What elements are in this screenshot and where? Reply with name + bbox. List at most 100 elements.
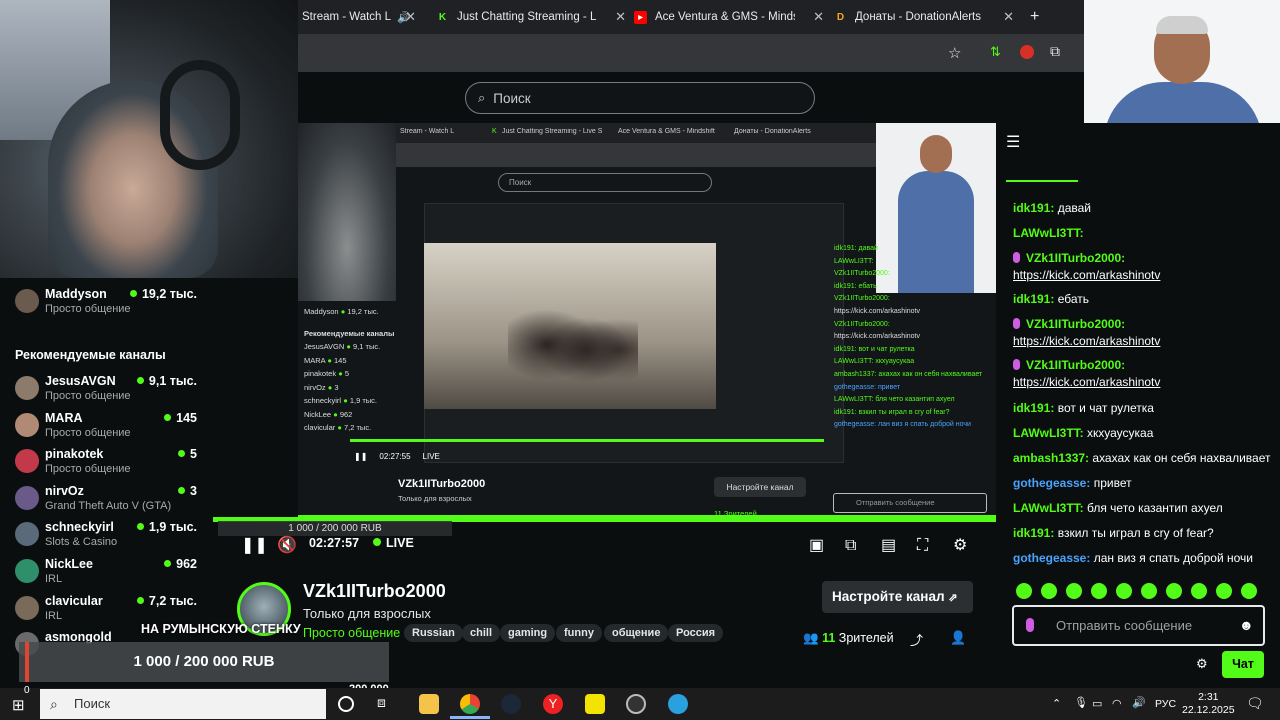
notifications-icon[interactable]: 🗨 <box>1246 695 1264 712</box>
volume-icon[interactable]: 🔊 <box>1132 696 1146 709</box>
emote-icon[interactable] <box>1166 583 1182 599</box>
app-icon[interactable] <box>585 694 605 714</box>
yandex-browser-icon[interactable]: Y <box>543 694 563 714</box>
miniplayer-icon[interactable]: ▤ <box>881 536 896 556</box>
microphone-tray-icon[interactable]: 🎙 <box>1074 696 1088 709</box>
clip-icon[interactable]: ⧉ <box>845 536 856 556</box>
tab-youtube[interactable]: ▶ Ace Ventura & GMS - Mindshift ✕ <box>634 0 824 34</box>
file-explorer-icon[interactable] <box>419 694 439 714</box>
emote-icon[interactable] <box>1091 583 1107 599</box>
share-icon[interactable]: ⤴ <box>910 630 923 649</box>
emote-icon[interactable] <box>1066 583 1082 599</box>
chat-send-button[interactable]: Чат <box>1222 651 1264 678</box>
channel-name[interactable]: VZk1IITurbo2000 <box>303 581 446 602</box>
nested-chat-line: LAWwLI3TT: <box>834 257 874 265</box>
tag-funny[interactable]: funny <box>556 624 602 642</box>
setup-channel-button[interactable]: Настройте канал ⇗ <box>822 581 973 613</box>
sidebar-channel-maddyson[interactable]: Maddyson Просто общение 19,2 тыс. <box>15 285 205 322</box>
windows-start-icon[interactable]: ⊞ <box>12 696 25 714</box>
tag-obshchenie[interactable]: общение <box>604 624 669 642</box>
chat-username[interactable]: idk191 <box>1013 292 1050 306</box>
nested-channel: pinakotek <box>304 369 337 378</box>
sidebar-channel-nirvoz[interactable]: nirvOz Grand Theft Auto V (GTA) 3 <box>15 482 205 519</box>
obs-icon[interactable] <box>626 694 646 714</box>
emote-icon[interactable] <box>1041 583 1057 599</box>
tab-stream[interactable]: Stream - Watch L 🔊 ✕ <box>302 0 422 34</box>
chat-username[interactable]: VZk1IITurbo2000 <box>1026 358 1121 372</box>
viewer-count-value: 7,2 тыс. <box>148 593 197 608</box>
add-user-icon[interactable]: 👤 <box>950 630 966 646</box>
close-icon[interactable]: ✕ <box>1003 9 1014 25</box>
emote-icon[interactable] <box>1241 583 1257 599</box>
sidebar-channel-pinakotek[interactable]: pinakotek Просто общение 5 <box>15 445 205 482</box>
tag-gaming[interactable]: gaming <box>500 624 556 642</box>
chat-link[interactable]: https://kick.com/arkashinotv <box>1013 268 1160 282</box>
sidebar-channel-mara[interactable]: MARA Просто общение 145 <box>15 409 205 446</box>
tab-kick[interactable]: K Just Chatting Streaming - Live S ✕ <box>436 0 626 34</box>
chat-username[interactable]: idk191 <box>1013 401 1050 415</box>
fullscreen-icon[interactable]: ⛶ <box>917 536 928 556</box>
emote-icon[interactable] <box>1216 583 1232 599</box>
battery-icon[interactable]: ▭ <box>1092 697 1102 710</box>
nested-tab: Донаты - DonationAlerts <box>734 128 811 135</box>
chat-link[interactable]: https://kick.com/arkashinotv <box>1013 334 1160 348</box>
emote-icon[interactable] <box>1141 583 1157 599</box>
stream-video[interactable]: Stream - Watch L K Just Chatting Streami… <box>298 123 996 518</box>
chat-username[interactable]: LAWwLI3TT <box>1013 501 1080 515</box>
close-icon[interactable]: ✕ <box>813 9 824 25</box>
chat-username[interactable]: VZk1IITurbo2000 <box>1026 317 1121 331</box>
close-icon[interactable]: ✕ <box>405 9 416 25</box>
chat-input[interactable]: Отправить сообщение ☻ <box>1012 605 1265 646</box>
chat-username[interactable]: idk191 <box>1013 201 1050 215</box>
tray-chevron-icon[interactable]: ⌃ <box>1052 697 1061 710</box>
chat-username[interactable]: gothegeasse <box>1013 476 1086 490</box>
tag-russian[interactable]: Russian <box>404 624 463 642</box>
emote-icon[interactable] <box>1116 583 1132 599</box>
address-bar[interactable]: ☆ ⇅ ⧉ <box>298 34 1084 72</box>
new-tab-button[interactable]: + <box>1030 0 1050 34</box>
microphone-icon[interactable] <box>1026 618 1040 636</box>
stream-category[interactable]: Просто общение <box>303 626 400 640</box>
close-icon[interactable]: ✕ <box>615 9 626 25</box>
chat-username[interactable]: idk191 <box>1013 526 1050 540</box>
steam-icon[interactable] <box>501 694 521 714</box>
star-icon[interactable]: ☆ <box>948 44 961 62</box>
avatar <box>15 412 39 437</box>
task-view-icon[interactable]: ⧈ <box>377 694 397 714</box>
theater-icon[interactable]: ▣ <box>809 536 824 556</box>
chat-link[interactable]: https://kick.com/arkashinotv <box>1013 375 1160 389</box>
donation-goal-title: НА РУМЫНСКУЮ СТЕНКУ <box>141 622 301 636</box>
emote-icon[interactable] <box>1191 583 1207 599</box>
chat-username[interactable]: VZk1IITurbo2000 <box>1026 251 1121 265</box>
emoji-icon[interactable]: ☻ <box>1239 617 1254 633</box>
cortana-icon[interactable] <box>338 696 354 712</box>
sidebar-channel-schneckyirl[interactable]: schneckyirl Slots & Casino 1,9 тыс. <box>15 518 205 555</box>
chat-username[interactable]: gothegeasse <box>1013 551 1086 565</box>
extension-icon[interactable]: ⇅ <box>990 44 1001 60</box>
chat-username[interactable]: ambash1337 <box>1013 451 1085 465</box>
nested-viewers: 19,2 тыс. <box>347 307 379 316</box>
input-language[interactable]: РУС <box>1155 698 1176 710</box>
search-input[interactable]: ⌕ Поиск <box>465 82 815 114</box>
tag-chill[interactable]: chill <box>462 624 501 642</box>
tag-rossiya[interactable]: Россия <box>668 624 724 642</box>
pause-icon[interactable]: ❚❚ <box>241 536 268 556</box>
mute-icon[interactable]: 🔇 <box>277 536 297 556</box>
nested-tab: Ace Ventura & GMS - Mindshift <box>618 128 715 135</box>
sidebar-channel-jesusavgn[interactable]: JesusAVGN Просто общение 9,1 тыс. <box>15 372 205 409</box>
chat-username[interactable]: LAWwLI3TT <box>1013 426 1080 440</box>
emote-icon[interactable] <box>1016 583 1032 599</box>
profile-icon[interactable] <box>1020 45 1034 59</box>
sidebar-channel-nicklee[interactable]: NickLee IRL 962 <box>15 555 205 592</box>
chrome-icon[interactable] <box>460 694 480 714</box>
chat-username[interactable]: LAWwLI3TT <box>1013 226 1080 240</box>
puzzle-icon[interactable]: ⧉ <box>1050 43 1060 60</box>
taskbar-clock[interactable]: 2:31 22.12.2025 <box>1182 691 1235 717</box>
wifi-icon[interactable]: ◠ <box>1112 697 1122 710</box>
tab-donationalerts[interactable]: D Донаты - DonationAlerts ✕ <box>834 0 1014 34</box>
taskbar-search[interactable]: ⌕ Поиск <box>40 689 326 719</box>
settings-icon[interactable]: ⚙ <box>953 536 967 556</box>
chat-settings-icon[interactable]: ⚙ <box>1196 656 1208 672</box>
telegram-icon[interactable] <box>668 694 688 714</box>
collapse-chat-icon[interactable]: ☰ <box>1006 132 1020 152</box>
